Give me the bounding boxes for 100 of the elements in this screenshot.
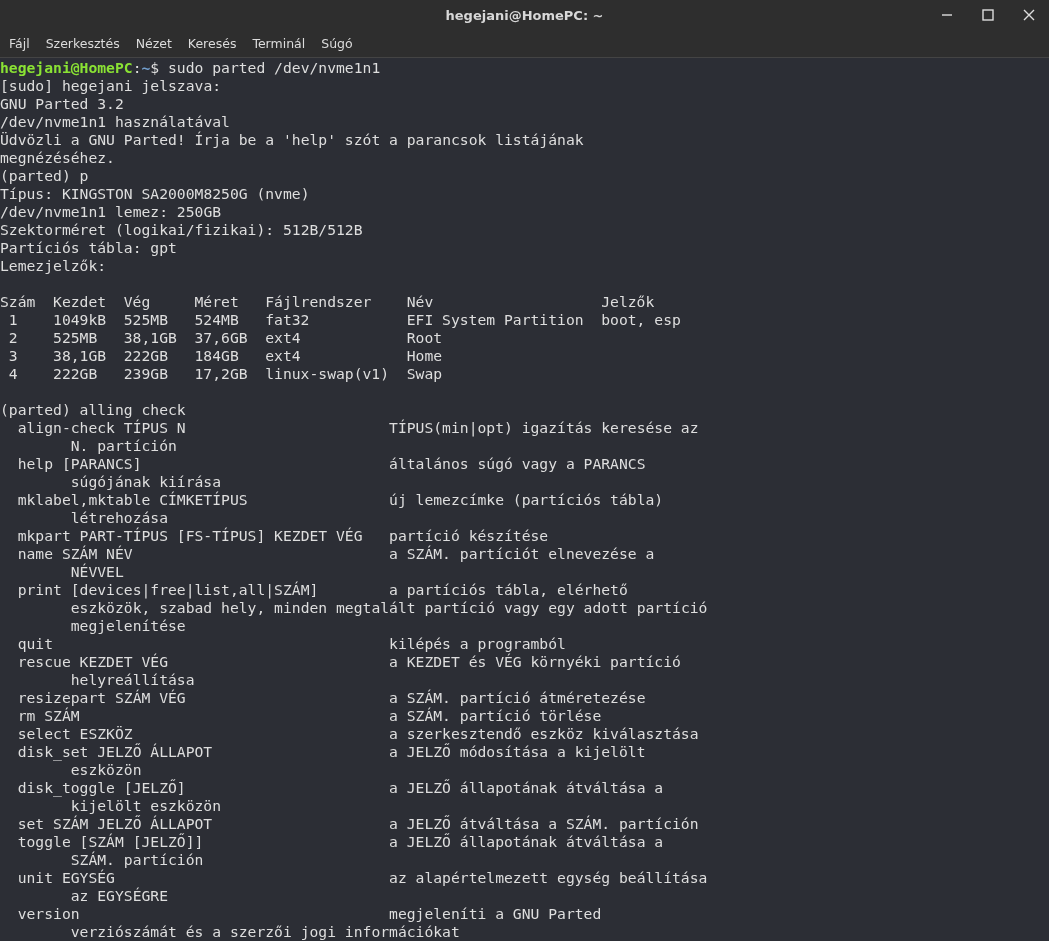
help-description: a partíciós tábla, elérhető [389,581,628,599]
help-description-continuation: NÉVVEL [69,563,125,581]
menu-item[interactable]: Súgó [321,36,353,51]
help-command: toggle [SZÁM [JELZŐ]] [16,833,205,851]
help-description-continuation: megjelenítése [69,617,187,635]
help-description-continuation: kijelölt eszközön [69,797,223,815]
help-command: rescue KEZDET VÉG [16,653,169,671]
column-header: Vég [123,293,152,311]
table-cell-text: EFI System Partition [406,311,585,329]
table-cell-text: 3 [7,347,19,365]
table-cell-text: 17,2GB [194,365,249,383]
menu-item[interactable]: Nézet [135,36,172,51]
help-description-continuation: eszközön [69,761,143,779]
help-description: új lemezcímke (partíciós tábla) [389,491,664,509]
help-command: set SZÁM JELZŐ ÁLLAPOT [16,815,214,833]
help-description: a JELZŐ állapotának átváltása a [389,833,664,851]
help-description: a JELZŐ állapotának átváltása a [389,779,664,797]
help-command: rm SZÁM [16,707,80,725]
help-description: általános súgó vagy a PARANCS [389,455,646,473]
table-cell-text: Root [406,329,444,347]
help-description: a SZÁM. partíciót elnevezése a [389,545,655,563]
help-description: partíció készítése [389,527,549,545]
command-text: $ sudo parted /dev/nvme1n1 [150,59,381,76]
column-header: Kezdet [53,293,108,311]
help-command: resizepart SZÁM VÉG [16,689,186,707]
table-cell-text: linux-swap(v1) [265,365,391,383]
table-cell-text: 184GB [194,347,240,365]
menu-item[interactable]: Szerkesztés [45,36,120,51]
table-cell-text: 4 [7,365,19,383]
table-cell-text: Swap [406,365,444,383]
command-line: (parted) alling check [0,401,187,419]
help-command: name SZÁM NÉV [16,545,134,563]
help-command: quit [16,635,55,653]
table-cell-text: boot, esp [601,311,682,329]
help-command: help [PARANCS] [16,455,143,473]
table-cell-text: 524MB [194,311,240,329]
help-description-continuation: SZÁM. partíción [69,851,205,869]
output-line: Szektorméret (logikai/fizikai): 512B/512B [0,221,364,239]
help-description-continuation: N. partíción [69,437,178,455]
help-description: TÍPUS(min|opt) igazítás keresése az [389,419,699,437]
close-icon[interactable] [1023,9,1035,21]
window-title: hegejani@HomePC: ~ [445,7,604,23]
help-description-continuation: az EGYSÉGRE [69,887,169,905]
table-cell-text: Home [406,347,444,365]
help-description-continuation: létrehozása [69,509,169,527]
table-cell-text: 1 [7,311,19,329]
table-cell-text: ext4 [265,329,302,347]
output-line: /dev/nvme1n1 lemez: 250GB [0,203,223,221]
table-cell-text: 239GB [123,365,169,383]
menu-item[interactable]: Fájl [9,36,30,51]
table-cell-text: 525MB [123,311,169,329]
prompt-path: ~ [141,59,151,76]
help-description: a JELZŐ átváltása a SZÁM. partíción [389,815,699,833]
output-line: Üdvözli a GNU Parted! Írja be a 'help' szót a parancsok listájának [0,131,585,149]
help-command: print [devices|free|list,all|SZÁM] [16,581,320,599]
prompt-separator: : [132,59,142,76]
help-command: disk_set JELZŐ ÁLLAPOT [16,743,214,761]
table-cell-text: 37,6GB [194,329,249,347]
help-description: megjeleníti a GNU Parted [389,905,602,923]
help-command: unit EGYSÉG [16,869,116,887]
table-cell-text: 1049kB [53,311,108,329]
column-header: Jelzők [601,293,656,311]
help-command: version [16,905,81,923]
output-line: [sudo] hegejani jelszava: [0,77,223,95]
table-cell-text: 2 [7,329,19,347]
table-cell-text: 222GB [123,347,169,365]
help-description-continuation: verziószámát és a szerzői jogi információkat [69,923,461,941]
help-description: a SZÁM. partíció átméretezése [389,689,646,707]
help-command: mkpart PART-TÍPUS [FS-TÍPUS] KEZDET VÉG [16,527,364,545]
table-cell-text: 38,1GB [123,329,178,347]
table-cell-text: ext4 [265,347,302,365]
column-header: Fájlrendszer [265,293,373,311]
table-cell-text: fat32 [265,311,311,329]
help-description-continuation: eszközök, szabad hely, minden megtalált partíció vagy egy adott partíció [69,599,709,617]
output-line: Lemezjelzők: [0,257,108,275]
help-description: a szerkesztendő eszköz kiválasztása [389,725,699,743]
menu-item[interactable]: Terminál [252,36,306,51]
table-cell-text: 525MB [53,329,99,347]
output-line: GNU Parted 3.2 [0,95,125,113]
help-description-continuation: helyreállítása [69,671,196,689]
menu-item[interactable]: Keresés [187,36,237,51]
column-header: Méret [194,293,240,311]
help-command: align-check TÍPUS N [16,419,187,437]
help-command: select ESZKÖZ [16,725,134,743]
table-cell-text: 38,1GB [53,347,108,365]
help-command: disk_toggle [JELZŐ] [16,779,187,797]
help-description: a KEZDET és VÉG környéki partíció [389,653,681,671]
prompt-user-host: hegejani@HomePC [0,59,133,76]
table-cell-text: 222GB [53,365,99,383]
help-description: az alapértelmezett egység beállítása [389,869,708,887]
maximize-icon[interactable] [982,9,994,21]
column-header: Szám [0,293,37,311]
help-description: kilépés a programból [389,635,566,653]
output-line: (parted) p [0,167,90,185]
output-line: Partíciós tábla: gpt [0,239,178,257]
help-description: a SZÁM. partíció törlése [389,707,602,725]
column-header: Név [406,293,435,311]
help-description-continuation: súgójának kiírása [69,473,223,491]
output-line: Típus: KINGSTON SA2000M8250G (nvme) [0,185,311,203]
help-description: a JELZŐ módosítása a kijelölt [389,743,646,761]
